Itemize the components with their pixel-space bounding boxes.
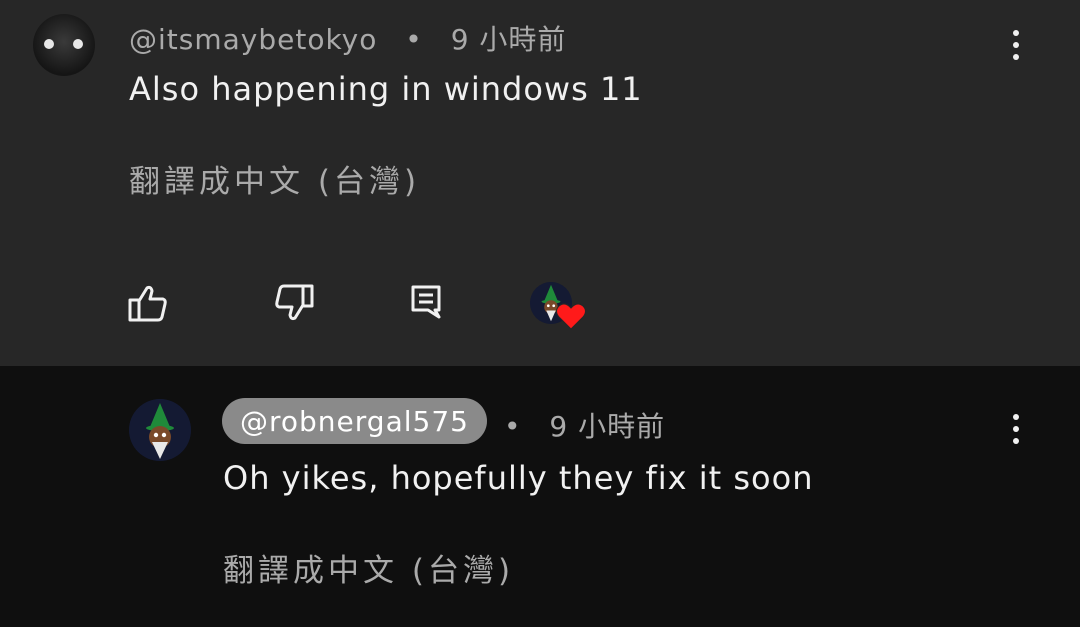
meta-separator: • <box>405 23 423 56</box>
comment-time: 9 小時前 <box>450 23 567 56</box>
more-vertical-icon[interactable] <box>996 21 1036 69</box>
reply-text: Oh yikes, hopefully they fix it soon <box>223 459 814 497</box>
user-avatar-icon[interactable] <box>33 14 95 76</box>
reply-author-chip[interactable]: @robnergal575 <box>222 398 487 444</box>
creator-heart-icon[interactable] <box>530 282 590 332</box>
thumbs-up-icon[interactable] <box>128 284 168 322</box>
wizard-avatar-icon[interactable] <box>129 399 191 461</box>
reply-meta: • 9 小時前 <box>504 405 665 445</box>
meta-separator: • <box>504 410 522 443</box>
reply-icon[interactable] <box>410 284 442 320</box>
avatar-eye-right <box>73 39 83 49</box>
more-vertical-icon[interactable] <box>996 405 1036 453</box>
thumbs-down-icon[interactable] <box>274 284 314 322</box>
comment-meta: @itsmaybetokyo • 9 小時前 <box>129 18 566 58</box>
translate-button[interactable]: 翻譯成中文 (台灣) <box>129 156 420 201</box>
comment-author[interactable]: @itsmaybetokyo <box>129 23 377 56</box>
comment-text: Also happening in windows 11 <box>129 70 643 108</box>
reply-time: 9 小時前 <box>549 410 666 443</box>
avatar-eye-left <box>44 39 54 49</box>
translate-button[interactable]: 翻譯成中文 (台灣) <box>223 545 514 590</box>
